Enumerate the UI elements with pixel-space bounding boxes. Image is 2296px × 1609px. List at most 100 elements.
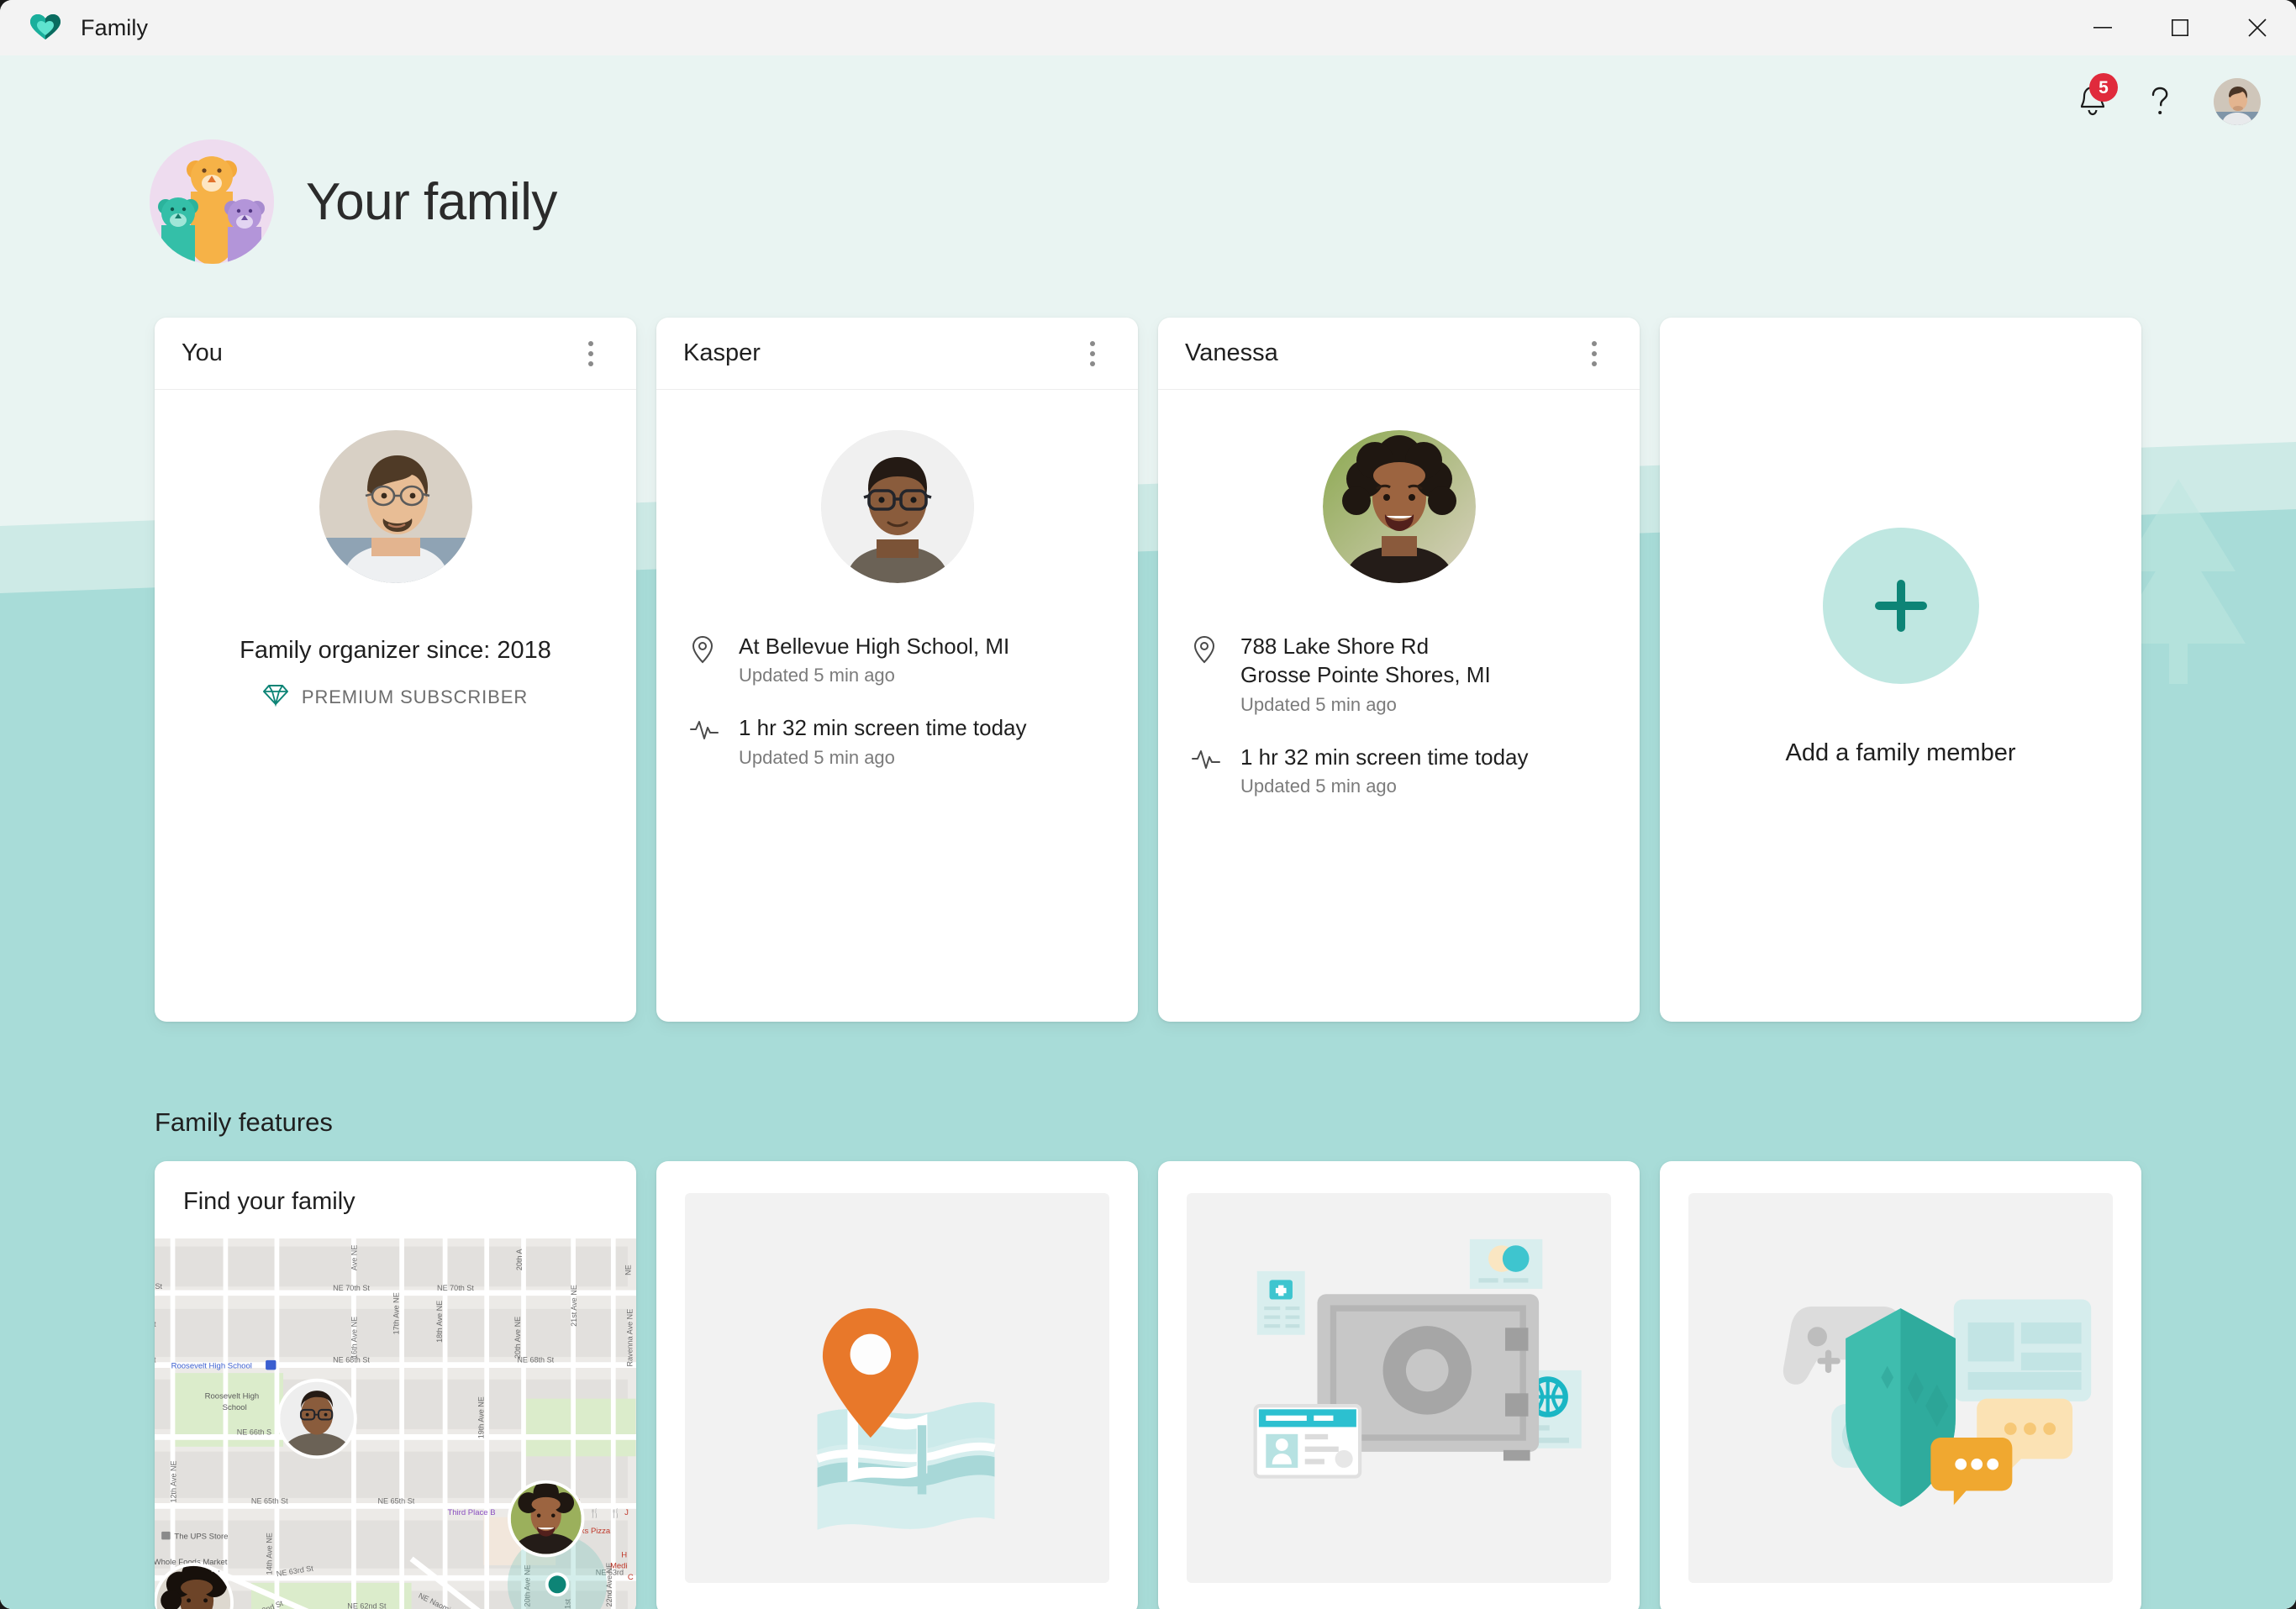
heart-icon	[29, 13, 62, 43]
info-main-text: 788 Lake Shore Rd Grosse Pointe Shores, …	[1240, 632, 1491, 690]
add-member-body: Add a family member	[1786, 318, 2016, 1022]
shield-content-protection-icon	[1688, 1193, 2113, 1583]
svg-text:NE: NE	[624, 1265, 633, 1275]
location-pin-icon	[1192, 632, 1220, 716]
family-members-row: You	[155, 318, 2141, 1022]
member-card-you[interactable]: You	[155, 318, 636, 1022]
map-pin-folded-map-icon	[685, 1193, 1109, 1583]
premium-badge: PREMIUM SUBSCRIBER	[263, 683, 528, 711]
more-options-icon[interactable]	[1071, 332, 1114, 376]
member-photo-kasper	[821, 430, 974, 583]
feature-card-find-your-family[interactable]: Find your family	[155, 1161, 636, 1609]
title-bar: Family	[0, 0, 2296, 55]
three-bears-icon	[150, 139, 274, 264]
avatar[interactable]	[2214, 78, 2261, 125]
diamond-icon	[263, 683, 288, 711]
svg-text:NE 66th S: NE 66th S	[237, 1428, 271, 1437]
notifications-button[interactable]: 5	[2059, 68, 2126, 135]
member-card-body: At Bellevue High School, MI Updated 5 mi…	[656, 390, 1138, 1022]
svg-text:The UPS Store: The UPS Store	[174, 1532, 228, 1541]
window-controls	[2064, 0, 2296, 55]
svg-text:NE 68th St: NE 68th St	[517, 1356, 554, 1364]
info-sub-text: Updated 5 min ago	[1240, 776, 1529, 797]
family-app-window: Family	[0, 0, 2296, 1609]
plus-icon	[1875, 580, 1927, 632]
member-name: Vanessa	[1185, 339, 1278, 367]
premium-label: PREMIUM SUBSCRIBER	[302, 686, 528, 708]
member-card-vanessa[interactable]: Vanessa	[1158, 318, 1640, 1022]
info-row-screentime: 1 hr 32 min screen time today Updated 5 …	[690, 713, 1113, 768]
svg-text:20th Ave NE: 20th Ave NE	[513, 1317, 522, 1359]
more-options-icon[interactable]	[569, 332, 613, 376]
svg-text:NE 70th St: NE 70th St	[437, 1284, 474, 1292]
close-icon[interactable]	[2219, 0, 2296, 55]
add-family-member-card[interactable]: Add a family member	[1660, 318, 2141, 1022]
map-with-avatars[interactable]: NE 70th StNE 70th St NE 68th StNE 68th S…	[155, 1238, 636, 1609]
info-main-text: 1 hr 32 min screen time today	[1240, 743, 1529, 771]
info-main-text: At Bellevue High School, MI	[739, 632, 1009, 660]
add-member-button[interactable]	[1823, 528, 1979, 684]
minimize-icon[interactable]	[2064, 0, 2141, 55]
svg-text:H: H	[621, 1550, 627, 1559]
title-bar-left: Family	[0, 13, 148, 43]
info-text-block: 1 hr 32 min screen time today Updated 5 …	[739, 713, 1027, 768]
family-features-row: Find your family	[155, 1161, 2141, 1609]
notification-badge: 5	[2089, 73, 2118, 102]
info-row-location: At Bellevue High School, MI Updated 5 mi…	[690, 632, 1113, 686]
svg-text:20th A: 20th A	[515, 1249, 524, 1271]
member-info-list: 788 Lake Shore Rd Grosse Pointe Shores, …	[1183, 632, 1614, 824]
member-card-header: Kasper	[656, 318, 1138, 390]
info-sub-text: Updated 5 min ago	[739, 747, 1027, 769]
member-photo-vanessa	[1323, 430, 1476, 583]
safe-vault-documents-icon	[1187, 1193, 1611, 1583]
svg-text:🍴: 🍴	[589, 1508, 600, 1519]
svg-text:Roosevelt High: Roosevelt High	[205, 1392, 260, 1401]
svg-text:Third Place B: Third Place B	[447, 1508, 495, 1517]
info-text-block: 1 hr 32 min screen time today Updated 5 …	[1240, 743, 1529, 797]
member-photo-you	[319, 430, 472, 583]
family-features-heading: Family features	[155, 1107, 333, 1138]
help-icon	[2146, 83, 2174, 120]
avatar-pin-vanessa	[508, 1480, 585, 1558]
maximize-icon[interactable]	[2141, 0, 2219, 55]
svg-text:Roosevelt High School: Roosevelt High School	[171, 1361, 252, 1370]
member-info-list: At Bellevue High School, MI Updated 5 mi…	[682, 632, 1113, 796]
account-avatar-image	[2214, 78, 2261, 125]
svg-text:C: C	[628, 1573, 634, 1582]
info-main-text: 1 hr 32 min screen time today	[739, 713, 1027, 742]
member-card-body: 788 Lake Shore Rd Grosse Pointe Shores, …	[1158, 390, 1640, 1022]
top-actions-bar: 5	[2059, 55, 2296, 148]
info-row-location: 788 Lake Shore Rd Grosse Pointe Shores, …	[1192, 632, 1614, 716]
svg-text:12th Ave NE: 12th Ave NE	[169, 1460, 177, 1502]
svg-text:J: J	[624, 1508, 629, 1517]
more-options-icon[interactable]	[1572, 332, 1616, 376]
info-text-block: At Bellevue High School, MI Updated 5 mi…	[739, 632, 1009, 686]
svg-text:NE 65th St: NE 65th St	[251, 1497, 288, 1506]
member-card-header: You	[155, 318, 636, 390]
activity-pulse-icon	[1192, 743, 1220, 797]
feature-card-location-sharing[interactable]	[656, 1161, 1138, 1609]
svg-text:21st Ave NE: 21st Ave NE	[570, 1285, 578, 1327]
svg-text:Medi: Medi	[610, 1562, 628, 1571]
svg-text:18th Ave NE: 18th Ave NE	[435, 1301, 444, 1343]
member-name: Kasper	[683, 339, 761, 367]
help-button[interactable]	[2126, 68, 2193, 135]
svg-text:Ave NE: Ave NE	[350, 1245, 359, 1271]
feature-card-digital-vault[interactable]	[1158, 1161, 1640, 1609]
svg-text:h St: h St	[155, 1282, 162, 1291]
member-name: You	[182, 339, 223, 367]
member-card-body: Family organizer since: 2018 PREMIUM SUB…	[155, 390, 636, 1022]
svg-text:NE 62nd St: NE 62nd St	[347, 1601, 387, 1609]
feature-card-content-protection[interactable]	[1660, 1161, 2141, 1609]
svg-text:19th Ave NE: 19th Ave NE	[477, 1396, 485, 1438]
svg-text:NE 65th St: NE 65th St	[378, 1497, 415, 1506]
add-member-label: Add a family member	[1786, 739, 2016, 767]
info-sub-text: Updated 5 min ago	[739, 665, 1009, 686]
feature-card-title: Find your family	[155, 1161, 636, 1234]
avatar-pin-kasper	[276, 1379, 356, 1459]
info-sub-text: Updated 5 min ago	[1240, 694, 1491, 716]
member-card-header: Vanessa	[1158, 318, 1640, 390]
member-card-kasper[interactable]: Kasper	[656, 318, 1138, 1022]
svg-text:School: School	[223, 1403, 247, 1412]
svg-text:14th Ave NE: 14th Ave NE	[266, 1533, 274, 1575]
